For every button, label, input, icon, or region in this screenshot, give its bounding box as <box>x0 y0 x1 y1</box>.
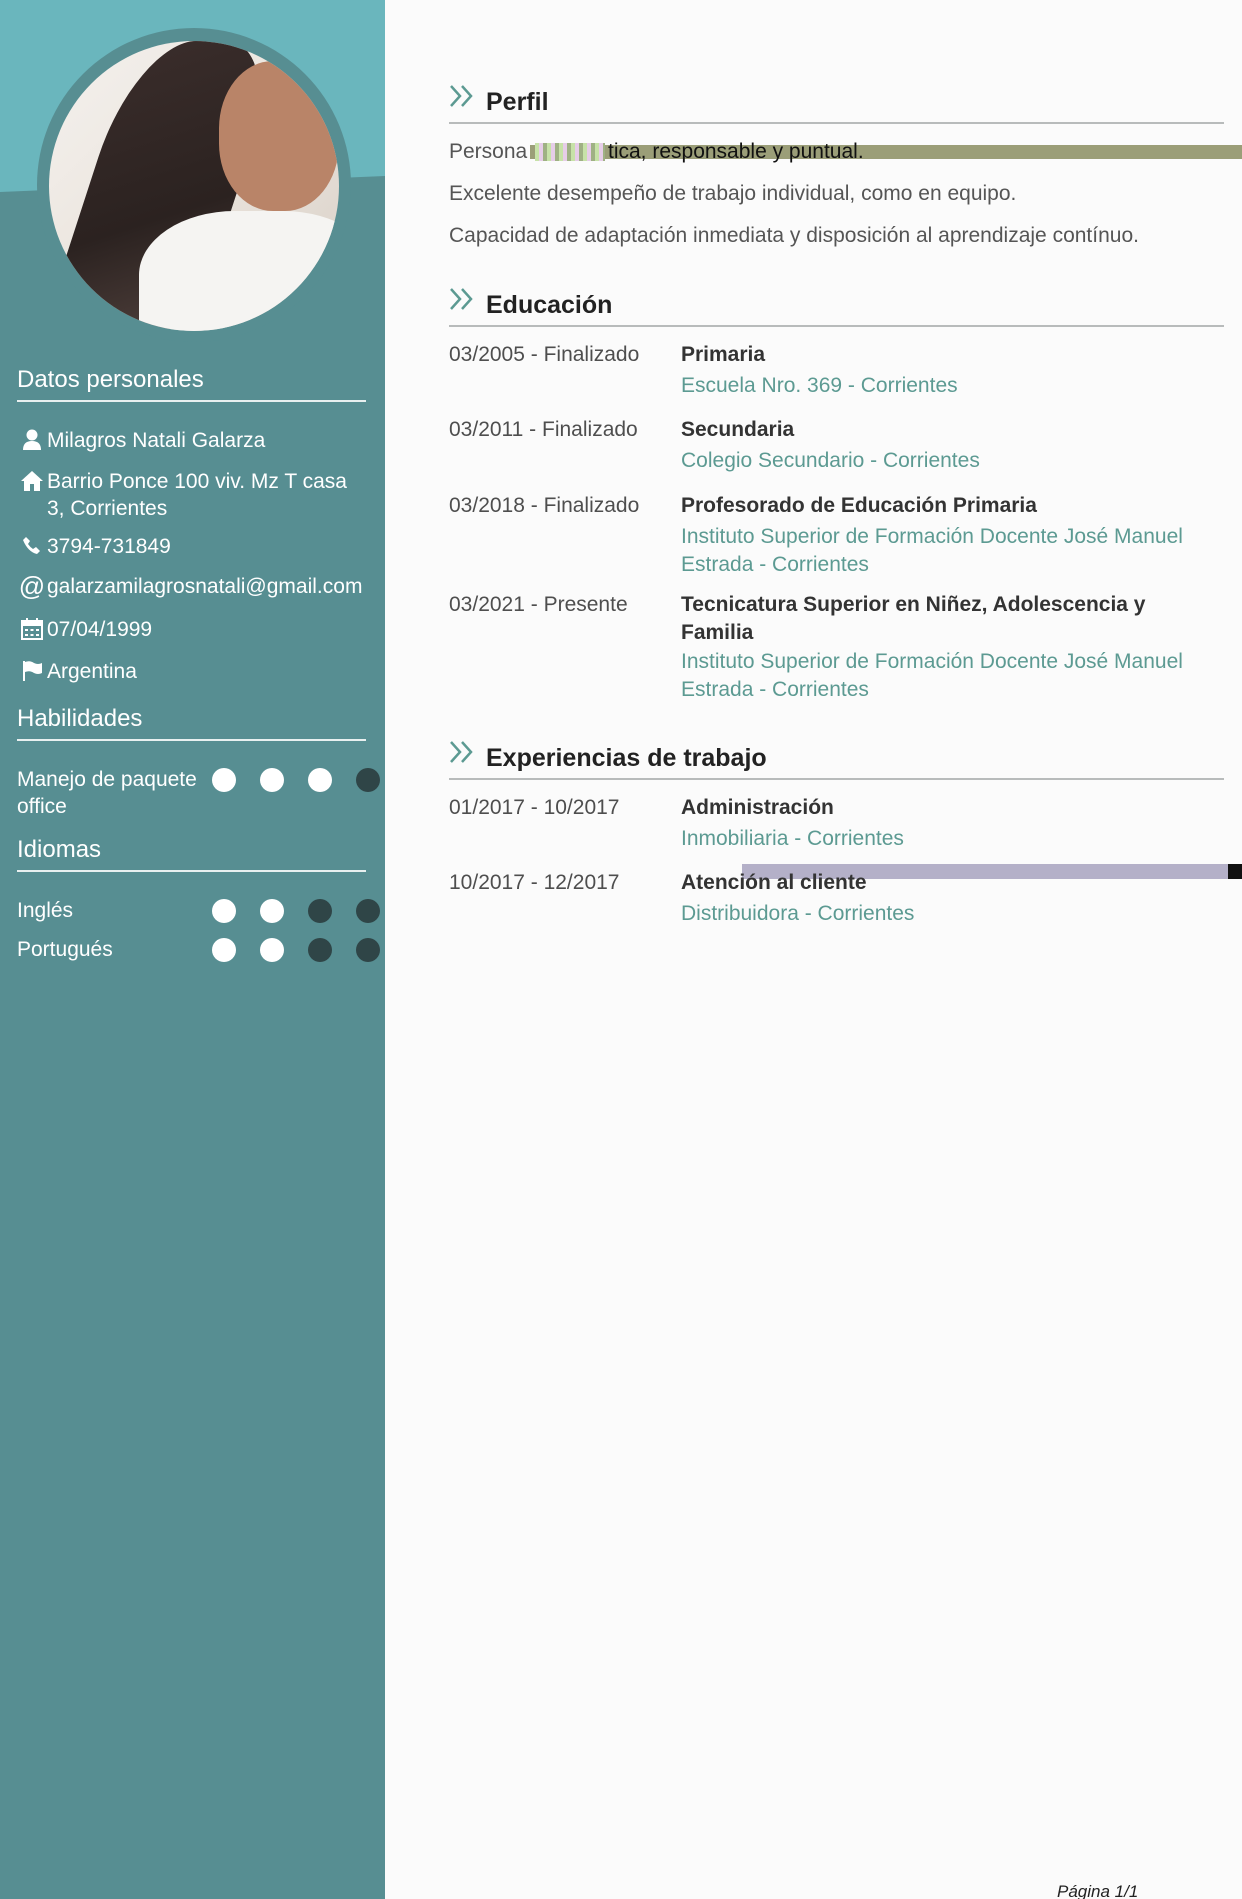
skills-heading: Habilidades <box>17 705 366 741</box>
entry-title: Primaria <box>681 343 766 366</box>
rating-dot-empty <box>308 938 332 962</box>
render-artifact <box>1228 864 1242 879</box>
profile-line: Persona <box>449 140 527 164</box>
personal-email: galarzamilagrosnatali@gmail.com <box>47 575 363 598</box>
rating-dot-filled <box>212 768 236 792</box>
language-rating <box>212 899 380 923</box>
rating-dot-filled <box>260 768 284 792</box>
entry-date: 03/2018 - Finalizado <box>449 494 640 517</box>
rating-dot-filled <box>212 938 236 962</box>
entry-title: Profesorado de Educación Primaria <box>681 494 1037 517</box>
languages-heading: Idiomas <box>17 836 366 872</box>
skill-row: Manejo de paquete office <box>17 766 380 822</box>
personal-country-row: Argentina <box>17 658 367 685</box>
entry-title: Administración <box>681 796 834 819</box>
rating-dot-filled <box>260 899 284 923</box>
skill-rating <box>212 768 380 792</box>
rating-dot-empty <box>356 768 380 792</box>
personal-birthdate-row: 07/04/1999 <box>17 616 367 643</box>
sidebar: Datos personales Milagros Natali Galarza… <box>0 0 385 1899</box>
personal-name-row: Milagros Natali Galarza <box>17 427 367 454</box>
rating-dot-filled <box>260 938 284 962</box>
personal-name: Milagros Natali Galarza <box>47 429 266 452</box>
entry-place: Escuela Nro. 369 - Corrientes <box>681 374 958 397</box>
personal-phone-row: 3794-731849 <box>17 533 367 560</box>
education-section-header: Educación <box>449 285 1224 327</box>
work-entry: 10/2017 - 12/2017 Atención al cliente Di… <box>449 869 1224 929</box>
profile-line: tica, responsable y puntual. <box>608 140 864 164</box>
profile-heading: Perfil <box>486 88 549 116</box>
language-row: Portugués <box>17 936 380 964</box>
profile-photo <box>49 41 339 331</box>
rating-dot-filled <box>212 899 236 923</box>
resume-page: Datos personales Milagros Natali Galarza… <box>0 0 1242 1899</box>
rating-dot-empty <box>356 938 380 962</box>
entry-place: Inmobiliaria - Corrientes <box>681 827 904 850</box>
rating-dot-empty <box>356 899 380 923</box>
entry-date: 01/2017 - 10/2017 <box>449 796 620 819</box>
languages-header: Idiomas <box>17 836 366 872</box>
profile-text: Persona <box>449 140 528 163</box>
personal-phone: 3794-731849 <box>47 535 171 558</box>
profile-text: Capacidad de adaptación inmediata y disp… <box>449 224 1139 247</box>
entry-date: 03/2005 - Finalizado <box>449 343 640 366</box>
language-label: Portugués <box>17 938 113 961</box>
entry-date: 03/2011 - Finalizado <box>449 418 638 441</box>
profile-line: Capacidad de adaptación inmediata y disp… <box>449 224 1139 248</box>
education-entry: 03/2021 - Presente Tecnicatura Superior … <box>449 591 1224 706</box>
personal-address: Barrio Ponce 100 viv. Mz T casa 3, Corri… <box>47 470 347 520</box>
rating-dot-filled <box>308 768 332 792</box>
double-chevron-icon <box>450 85 473 107</box>
personal-data-header: Datos personales <box>17 366 366 402</box>
entry-date: 10/2017 - 12/2017 <box>449 871 620 894</box>
work-entry: 01/2017 - 10/2017 Administración Inmobil… <box>449 794 1224 854</box>
personal-address-row: Barrio Ponce 100 viv. Mz T casa 3, Corri… <box>17 468 367 522</box>
rating-dot-empty <box>308 899 332 923</box>
entry-place: Instituto Superior de Formación Docente … <box>681 650 1183 701</box>
flag-icon <box>17 658 47 682</box>
entry-place: Colegio Secundario - Corrientes <box>681 449 980 472</box>
phone-icon <box>17 533 47 555</box>
entry-place: Distribuidora - Corrientes <box>681 902 915 925</box>
calendar-icon <box>17 616 47 640</box>
profile-text: Excelente desempeño de trabajo individua… <box>449 182 1017 205</box>
personal-email-row: @ galarzamilagrosnatali@gmail.com <box>17 573 387 600</box>
entry-title: Tecnicatura Superior en Niñez, Adolescen… <box>681 593 1146 644</box>
language-rating <box>212 938 380 962</box>
profile-section-header: Perfil <box>449 82 1224 124</box>
education-entry: 03/2005 - Finalizado Primaria Escuela Nr… <box>449 341 1224 401</box>
personal-birthdate: 07/04/1999 <box>47 618 153 641</box>
double-chevron-icon <box>450 288 473 310</box>
education-entry: 03/2011 - Finalizado Secundaria Colegio … <box>449 416 1224 476</box>
double-chevron-icon <box>450 741 473 763</box>
skill-label: Manejo de paquete office <box>17 768 197 818</box>
skills-header: Habilidades <box>17 705 366 741</box>
education-heading: Educación <box>486 291 613 319</box>
personal-data-heading: Datos personales <box>17 366 366 402</box>
personal-country: Argentina <box>47 660 137 683</box>
entry-title: Atención al cliente <box>681 871 867 894</box>
entry-title: Secundaria <box>681 418 795 441</box>
entry-place: Instituto Superior de Formación Docente … <box>681 525 1183 576</box>
work-section-header: Experiencias de trabajo <box>449 738 1224 780</box>
render-artifact <box>535 143 605 161</box>
user-icon <box>17 427 47 451</box>
entry-date: 03/2021 - Presente <box>449 593 628 616</box>
education-entry: 03/2018 - Finalizado Profesorado de Educ… <box>449 492 1224 582</box>
language-label: Inglés <box>17 899 74 922</box>
profile-line: Excelente desempeño de trabajo individua… <box>449 182 1016 206</box>
work-heading: Experiencias de trabajo <box>486 744 767 772</box>
at-icon: @ <box>18 571 46 601</box>
profile-text: tica, responsable y puntual. <box>608 140 864 163</box>
language-row: Inglés <box>17 897 380 925</box>
home-icon <box>17 468 47 492</box>
page-number: Página 1/1 <box>1057 1882 1139 1899</box>
